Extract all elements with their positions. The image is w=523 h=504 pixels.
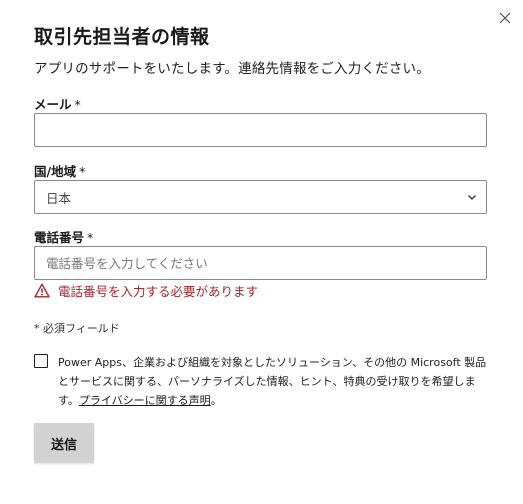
chevron-down-icon <box>467 194 477 201</box>
phone-label-text: 電話番号 <box>34 230 85 245</box>
consent-text: Power Apps、企業および組織を対象としたソリューション、その他の Mic… <box>58 353 490 410</box>
phone-error-message: 電話番号を入力する必要があります <box>34 281 258 300</box>
country-selected-value: 日本 <box>46 190 72 206</box>
privacy-statement-link[interactable]: プライバシーに関する声明 <box>79 394 211 407</box>
consent-tail: 。 <box>210 394 222 407</box>
country-select[interactable]: 日本 <box>34 180 487 214</box>
dialog-title: 取引先担当者の情報 <box>34 26 210 48</box>
country-label: 国/地域 * <box>34 161 85 180</box>
phone-label: 電話番号 * <box>34 227 93 246</box>
email-label: メール * <box>34 94 81 113</box>
required-mark: * <box>74 97 81 112</box>
country-label-text: 国/地域 <box>34 164 77 179</box>
phone-input[interactable] <box>34 246 487 280</box>
contact-info-dialog: 取引先担当者の情報 アプリのサポートをいたします。連絡先情報をご入力ください。 … <box>0 0 523 504</box>
email-label-text: メール <box>34 97 72 112</box>
dialog-subtitle: アプリのサポートをいたします。連絡先情報をご入力ください。 <box>34 61 430 77</box>
close-icon[interactable] <box>496 9 514 27</box>
required-field-note: * 必須フィールド <box>34 322 120 335</box>
required-mark: * <box>79 164 86 179</box>
phone-error-text: 電話番号を入力する必要があります <box>58 284 259 299</box>
warning-icon <box>34 283 50 298</box>
submit-button[interactable]: 送信 <box>34 423 94 463</box>
email-input[interactable] <box>34 113 487 147</box>
required-mark: * <box>87 230 94 245</box>
consent-checkbox[interactable] <box>34 354 48 368</box>
